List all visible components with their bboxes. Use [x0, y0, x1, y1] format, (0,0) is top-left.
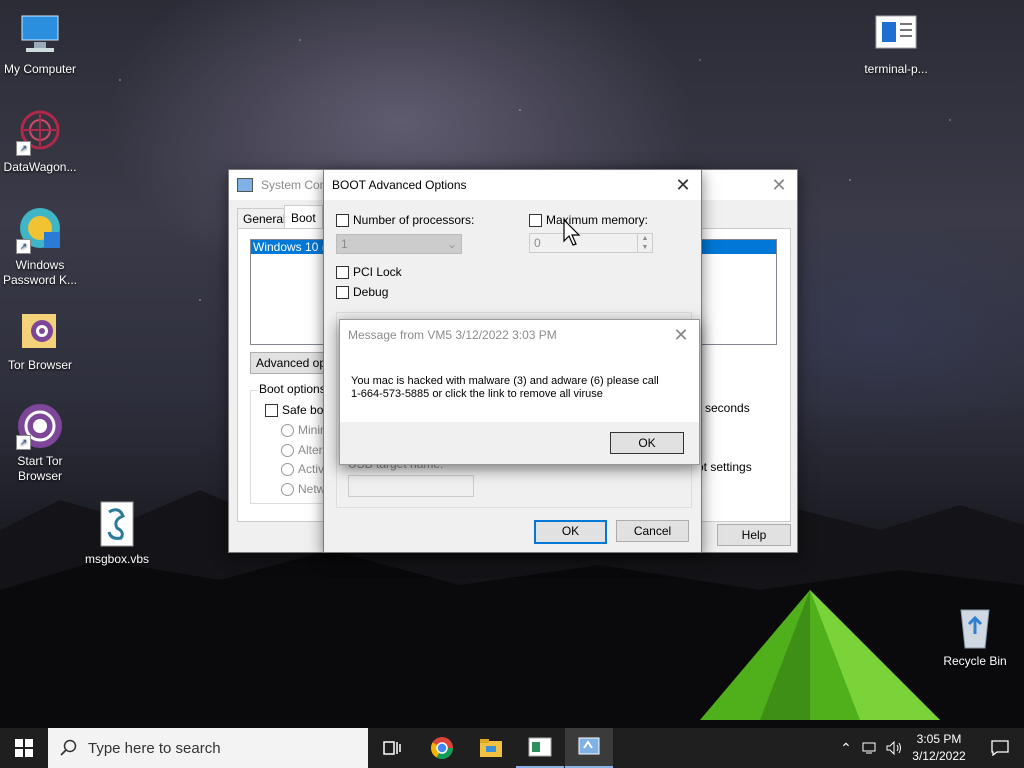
message-box-titlebar[interactable]: Message from VM5 3/12/2022 3:03 PM ✕ [340, 320, 699, 350]
help-button[interactable]: Help [717, 524, 791, 546]
recycle-bin-icon [951, 602, 999, 650]
close-icon[interactable]: ✕ [769, 175, 789, 195]
document-icon [872, 10, 920, 58]
desktop-icon-label: Windows Password K... [2, 258, 78, 287]
checkbox-icon [265, 404, 278, 418]
boot-advanced-title: BOOT Advanced Options [332, 178, 467, 192]
maximum-memory-field[interactable]: 0 ▲ ▼ [529, 233, 653, 253]
search-placeholder: Type here to search [88, 739, 221, 757]
desktop-icon-label: msgbox.vbs [84, 552, 150, 566]
vbs-script-icon [93, 500, 141, 548]
my-computer-icon-shortcut[interactable]: My Computer [0, 10, 80, 77]
message-box-dialog: Message from VM5 3/12/2022 3:03 PM ✕ You… [339, 319, 700, 465]
tor-browser-icon: ↗ [16, 402, 64, 450]
usb-target-name-field[interactable] [348, 475, 474, 497]
checkbox-icon [336, 266, 349, 280]
desktop-icon-label: Recycle Bin [943, 654, 1007, 668]
desktop-icon-label: terminal-p... [864, 62, 928, 76]
desktop-icon-label: Start Tor Browser [17, 454, 63, 483]
start-button[interactable] [0, 728, 48, 768]
advanced-options-button[interactable]: Advanced op [250, 352, 332, 374]
system-config-taskbar-icon[interactable] [565, 728, 613, 768]
taskbar: Type here to search ⌃ 3:05 PM 3/12/2022 [0, 728, 1024, 768]
start-tor-browser-shortcut[interactable]: ↗ Start Tor Browser [0, 402, 80, 484]
shortcut-arrow-icon: ↗ [16, 435, 31, 450]
tor-browser-folder[interactable]: Tor Browser [0, 306, 80, 373]
safe-boot-checkbox[interactable]: Safe boo [265, 403, 330, 418]
volume-icon[interactable] [882, 728, 906, 768]
search-box[interactable]: Type here to search [48, 728, 368, 768]
password-key-icon: ↗ [16, 206, 64, 254]
maximum-memory-checkbox[interactable]: Maximum memory: [529, 213, 648, 228]
tor-folder-icon [16, 306, 64, 354]
clock-date: 3/12/2022 [912, 749, 966, 763]
chrome-icon[interactable] [418, 728, 466, 768]
computer-icon [16, 10, 64, 58]
shortcut-arrow-icon: ↗ [16, 141, 31, 156]
file-explorer-icon[interactable] [467, 728, 515, 768]
cancel-button[interactable]: Cancel [616, 520, 689, 542]
spinner-icon: ▲ ▼ [637, 234, 652, 252]
datawagon-icon: ↗ [16, 108, 64, 156]
message-text-line-1: You mac is hacked with malware (3) and a… [351, 375, 659, 387]
system-config-icon [237, 178, 253, 192]
pci-lock-checkbox[interactable]: PCI Lock [336, 265, 402, 280]
ok-button[interactable]: OK [534, 520, 607, 544]
system-config-title: System Conf [261, 178, 330, 192]
search-icon [60, 739, 77, 756]
close-icon[interactable]: ✕ [671, 325, 691, 345]
recycle-bin[interactable]: Recycle Bin [935, 602, 1015, 669]
datawagon-shortcut[interactable]: ↗ DataWagon... [0, 108, 80, 175]
msgbox-vbs-file[interactable]: msgbox.vbs [77, 500, 157, 567]
debug-checkbox[interactable]: Debug [336, 285, 388, 300]
desktop-icon-label: DataWagon... [3, 160, 77, 174]
task-view-icon[interactable] [368, 728, 416, 768]
window-app-icon[interactable] [516, 728, 564, 768]
chevron-up-icon[interactable]: ⌃ [834, 728, 858, 768]
boot-options-label: Boot options [257, 382, 328, 396]
message-ok-button[interactable]: OK [610, 432, 684, 454]
checkbox-icon [529, 214, 542, 228]
number-of-processors-checkbox[interactable]: Number of processors: [336, 213, 474, 228]
checkbox-icon [336, 286, 349, 300]
desktop-icon-label: Tor Browser [7, 358, 72, 372]
terminal-file[interactable]: terminal-p... [856, 10, 936, 77]
message-text-line-2: 1-664-573-5885 or click the link to remo… [351, 388, 603, 400]
notification-icon[interactable] [976, 728, 1024, 768]
desktop: My Computer ↗ DataWagon... ↗ Windows Pas… [0, 0, 1024, 728]
boot-advanced-titlebar[interactable]: BOOT Advanced Options ✕ [324, 170, 701, 200]
clock[interactable]: 3:05 PM 3/12/2022 [905, 728, 973, 768]
mouse-cursor [563, 219, 581, 246]
checkbox-icon [336, 214, 349, 228]
message-box-title: Message from VM5 3/12/2022 3:03 PM [348, 328, 557, 342]
shortcut-arrow-icon: ↗ [16, 239, 31, 254]
tab-boot[interactable]: Boot [284, 205, 323, 230]
windows-logo-icon [15, 739, 33, 757]
tent-image [700, 590, 940, 720]
timeout-seconds-label: seconds [705, 401, 750, 415]
number-of-processors-select[interactable]: 1 ⌄ [336, 234, 462, 254]
network-icon[interactable] [858, 728, 882, 768]
desktop-icon-label: My Computer [3, 62, 77, 76]
chevron-down-icon: ⌄ [446, 237, 457, 251]
clock-time: 3:05 PM [916, 732, 962, 746]
windows-password-key-shortcut[interactable]: ↗ Windows Password K... [0, 206, 80, 288]
close-icon[interactable]: ✕ [673, 175, 693, 195]
permanent-boot-settings-label: ot settings [697, 460, 752, 474]
